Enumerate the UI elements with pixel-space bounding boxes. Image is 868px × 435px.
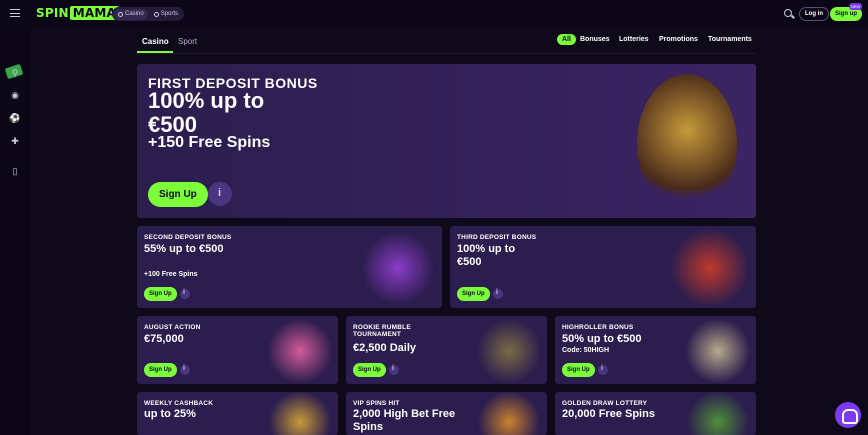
divider	[137, 53, 756, 54]
tab-casino[interactable]: Casino	[142, 37, 169, 46]
sports-switch[interactable]: Sports	[150, 9, 182, 20]
tab-sport[interactable]: Sport	[178, 37, 197, 46]
filter-promotions[interactable]: Promotions	[659, 36, 698, 43]
info-icon[interactable]	[180, 289, 190, 299]
card-weekly-cashback: WEEKLY CASHBACK up to 25%	[137, 392, 338, 435]
hero-subline: +150 Free Spins	[148, 134, 271, 151]
card-illustration	[476, 318, 542, 384]
filter-tournaments[interactable]: Tournaments	[708, 36, 752, 43]
info-icon[interactable]	[598, 365, 608, 375]
phone-icon[interactable]: ▯	[9, 166, 21, 176]
live-icon[interactable]: ◉	[9, 90, 21, 100]
signup-button[interactable]: Sign Up	[353, 363, 386, 377]
hero-info-icon[interactable]	[208, 182, 232, 206]
card-august-action: AUGUST ACTION €75,000 Sign Up	[137, 316, 338, 384]
card-vip-spins: VIP SPINS HIT 2,000 High Bet Free Spins	[346, 392, 547, 435]
card-illustration	[670, 228, 750, 308]
card-illustration	[267, 318, 333, 384]
hero-headline: 100% up to €500	[148, 88, 265, 137]
filter-all[interactable]: All	[557, 34, 576, 45]
product-switch: Casino Sports	[112, 7, 185, 21]
signup-button[interactable]: Sign Up	[144, 363, 177, 377]
card-highroller: HIGHROLLER BONUS 50% up to €500 Code: 50…	[555, 316, 756, 384]
card-second-deposit: SECOND DEPOSIT BONUS 55% up to €500 +100…	[137, 226, 442, 308]
filter-bonuses[interactable]: Bonuses	[580, 36, 610, 43]
signup-button[interactable]: Sign Up	[144, 287, 177, 301]
info-icon[interactable]	[493, 289, 503, 299]
info-icon[interactable]	[389, 365, 399, 375]
sidebar: ⚲ ◉ ⚽ ✚ ▯	[0, 28, 30, 435]
card-third-deposit: THIRD DEPOSIT BONUS 100% up to €500 Sign…	[450, 226, 756, 308]
card-illustration	[267, 392, 333, 435]
new-badge: NEW	[849, 3, 863, 10]
hero-signup-button[interactable]: Sign Up	[148, 182, 208, 207]
login-button[interactable]: Log in	[799, 7, 829, 21]
logo[interactable]: SPIN MAMA	[36, 6, 120, 20]
signup-button[interactable]: Sign Up	[562, 363, 595, 377]
card-illustration	[476, 392, 542, 435]
hero-illustration	[637, 74, 737, 214]
info-icon[interactable]	[180, 365, 190, 375]
sports-icon	[153, 11, 159, 17]
bike-icon[interactable]: ⚲	[9, 68, 21, 78]
filter-lotteries[interactable]: Lotteries	[619, 36, 649, 43]
card-illustration	[362, 230, 434, 306]
casino-icon	[118, 11, 123, 17]
menu-icon[interactable]	[10, 9, 20, 17]
card-illustration	[685, 392, 751, 435]
card-rookie-rumble: ROOKIE RUMBLE TOURNAMENT €2,500 Daily Si…	[346, 316, 547, 384]
card-illustration	[685, 318, 751, 384]
support-chat-icon[interactable]	[835, 402, 861, 428]
card-golden-draw: GOLDEN DRAW LOTTERY 20,000 Free Spins	[555, 392, 756, 435]
casino-switch[interactable]: Casino	[114, 8, 148, 20]
signup-button[interactable]: Sign Up	[457, 287, 490, 301]
gamepad-icon[interactable]: ✚	[9, 136, 21, 146]
top-bar: SPIN MAMA Casino Sports Log in Sign up NE…	[0, 0, 868, 28]
search-icon[interactable]	[784, 9, 792, 17]
soccer-icon[interactable]: ⚽	[9, 113, 21, 123]
